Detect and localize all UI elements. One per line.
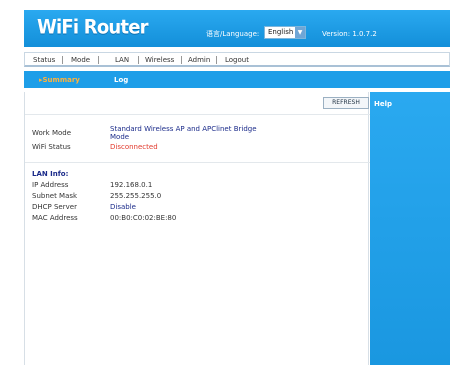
- nav-separator: |: [61, 55, 64, 64]
- refresh-button[interactable]: REFRESH: [323, 97, 369, 109]
- language-label: 语言/Language:: [206, 30, 260, 38]
- nav-separator: |: [215, 55, 218, 64]
- ip-address-label: IP Address: [32, 181, 69, 189]
- nav-admin[interactable]: Admin: [188, 56, 210, 64]
- subnet-mask-label: Subnet Mask: [32, 192, 78, 200]
- subnav-log[interactable]: Log: [114, 76, 128, 84]
- dhcp-server-value: Disable: [110, 203, 136, 211]
- nav-logout[interactable]: Logout: [225, 56, 249, 64]
- nav-wireless[interactable]: Wireless: [145, 56, 174, 64]
- nav-separator: |: [97, 55, 100, 64]
- language-select-value: English: [268, 28, 294, 36]
- work-mode-label: Work Mode: [32, 129, 72, 137]
- header-bar: WiFi Router 语言/Language: English ▼ Versi…: [24, 10, 450, 47]
- top-navigation: Status | Mode | LAN | Wireless | Admin |…: [24, 52, 450, 67]
- chevron-down-icon[interactable]: ▼: [295, 27, 305, 38]
- work-mode-value: Standard Wireless AP and APClinet Bridge: [110, 125, 257, 133]
- mac-address-label: MAC Address: [32, 214, 78, 222]
- wifi-status-label: WiFi Status: [32, 143, 71, 151]
- version-label: Version: 1.0.7.2: [322, 30, 377, 38]
- mac-address-value: 00:B0:C0:02:BE:80: [110, 214, 177, 222]
- divider: [25, 114, 370, 115]
- nav-separator: |: [137, 55, 140, 64]
- lan-info-heading: LAN Info:: [32, 170, 69, 178]
- work-mode-value-cont: Mode: [110, 133, 130, 141]
- main-panel: REFRESH Work Mode Standard Wireless AP a…: [24, 92, 370, 365]
- nav-lan[interactable]: LAN: [115, 56, 129, 64]
- dhcp-server-label: DHCP Server: [32, 203, 77, 211]
- divider: [25, 162, 370, 163]
- help-panel: Help: [370, 92, 450, 365]
- language-select[interactable]: English ▼: [264, 26, 306, 39]
- subnav-summary[interactable]: ▸Summary: [39, 76, 80, 84]
- nav-separator: |: [180, 55, 183, 64]
- wifi-status-value: Disconnected: [110, 143, 158, 151]
- nav-mode[interactable]: Mode: [71, 56, 90, 64]
- help-title: Help: [374, 100, 393, 108]
- router-logo: WiFi Router: [37, 16, 148, 39]
- sub-navigation: ▸Summary Log: [24, 71, 450, 88]
- subnet-mask-value: 255.255.255.0: [110, 192, 162, 200]
- ip-address-value: 192.168.0.1: [110, 181, 153, 189]
- nav-status[interactable]: Status: [33, 56, 55, 64]
